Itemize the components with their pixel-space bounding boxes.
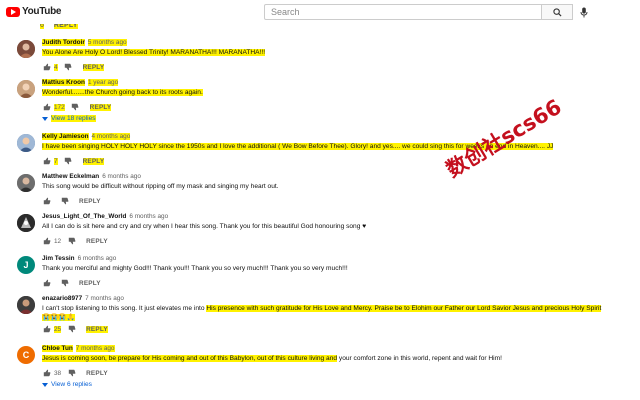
comment-author[interactable]: Jesus_Light_Of_The_World: [42, 213, 126, 220]
chevron-down-icon: [42, 116, 48, 121]
thumbs-up-icon[interactable]: [42, 157, 51, 166]
avatar[interactable]: J: [17, 256, 35, 274]
avatar[interactable]: C: [17, 346, 35, 364]
reply-button[interactable]: REPLY: [86, 238, 108, 245]
masthead: YouTube: [0, 0, 640, 24]
search-input[interactable]: [264, 4, 542, 20]
comment-author[interactable]: Kelly Jamieson: [42, 133, 89, 140]
comment-time[interactable]: 6 months ago: [129, 213, 168, 220]
thumbs-up-icon[interactable]: [42, 325, 51, 334]
comment-text: This song would be difficult without rip…: [42, 183, 279, 190]
like-count: 7: [54, 157, 58, 165]
user-photo-icon: [17, 296, 35, 314]
comment-author[interactable]: Jim Tessin: [42, 255, 75, 262]
thumbs-down-icon[interactable]: [60, 197, 69, 206]
comment-text: your comfort zone in this world, repent …: [337, 355, 502, 362]
comment-time[interactable]: 7 months ago: [85, 295, 124, 302]
chevron-down-icon: [42, 382, 48, 387]
thumbs-down-icon[interactable]: [71, 103, 80, 112]
like-count: 25: [54, 325, 62, 333]
thumbs-up-icon[interactable]: [42, 63, 51, 72]
avatar[interactable]: [17, 40, 35, 58]
like-count: 172: [54, 103, 65, 111]
view-replies-label: View 18 replies: [51, 115, 96, 122]
comment-author[interactable]: Judith Tordoir: [42, 39, 85, 46]
comment-time[interactable]: 5 months ago: [87, 39, 127, 46]
comment-text: I can't stop listening to this song. It …: [42, 305, 207, 312]
thumbs-down-icon[interactable]: [67, 237, 76, 246]
avatar[interactable]: [17, 174, 35, 192]
search-button[interactable]: [541, 4, 573, 20]
logo-text: YouTube: [22, 6, 62, 17]
youtube-logo[interactable]: YouTube: [6, 6, 62, 17]
thumbs-down-icon[interactable]: [67, 369, 76, 378]
comment-time[interactable]: 6 months ago: [78, 255, 117, 262]
comment-time[interactable]: 1 year ago: [87, 79, 119, 86]
avatar-letter: C: [22, 350, 30, 360]
comment-text: Thank you merciful and mighty God!!! Tha…: [42, 265, 348, 272]
comment-text-highlight: His presence with such gratitude for His…: [206, 305, 602, 312]
thumbs-up-icon[interactable]: [42, 237, 51, 246]
comment-text: You Alone Are Holy O Lord! Blessed Trini…: [42, 49, 266, 56]
search-icon: [552, 7, 562, 17]
user-photo-icon: [17, 174, 35, 192]
reply-button[interactable]: REPLY: [86, 370, 108, 377]
user-photo-icon: [17, 214, 35, 232]
microphone-icon: [580, 7, 588, 17]
reply-button[interactable]: REPLY: [89, 103, 112, 111]
comment-author[interactable]: Chloe Tun: [42, 345, 73, 352]
view-replies-label: View 6 replies: [51, 381, 92, 388]
comment-author[interactable]: Matthew Eckelman: [42, 173, 99, 180]
user-photo-icon: [17, 40, 35, 58]
thumbs-up-icon[interactable]: [42, 279, 51, 288]
avatar-letter: J: [23, 260, 29, 270]
comment-time[interactable]: 4 months ago: [91, 133, 131, 140]
comment-text: Wonderful.......the Church going back to…: [42, 89, 203, 96]
comment-time[interactable]: 6 months ago: [102, 173, 141, 180]
reply-button[interactable]: REPLY: [79, 198, 101, 205]
thumbs-down-icon[interactable]: [64, 157, 73, 166]
like-count: 38: [54, 369, 62, 377]
avatar[interactable]: [17, 296, 35, 314]
comment-author[interactable]: Mattius Kroon: [42, 79, 85, 86]
view-replies-button[interactable]: View 6 replies: [42, 381, 634, 388]
voice-search-button[interactable]: [578, 6, 590, 18]
thumbs-down-icon[interactable]: [67, 325, 76, 334]
reply-button[interactable]: REPLY: [82, 157, 105, 165]
thumbs-up-icon[interactable]: [42, 197, 51, 206]
comment-author[interactable]: enazario8977: [42, 295, 82, 302]
like-count: 4: [54, 63, 58, 71]
like-count: 12: [54, 237, 62, 245]
reply-button[interactable]: REPLY: [82, 63, 105, 71]
reply-button[interactable]: REPLY: [79, 280, 101, 287]
avatar[interactable]: [17, 134, 35, 152]
thumbs-up-icon[interactable]: [42, 103, 51, 112]
thumbs-down-icon[interactable]: [60, 279, 69, 288]
user-photo-icon: [17, 80, 35, 98]
comment-time[interactable]: 7 months ago: [75, 345, 115, 352]
avatar[interactable]: [17, 214, 35, 232]
youtube-play-icon: [6, 6, 20, 17]
comment-text: All I can do is sit here and cry and cry…: [42, 223, 367, 230]
thumbs-up-icon[interactable]: [42, 369, 51, 378]
user-photo-icon: [17, 134, 35, 152]
comment-emoji: 😭😭😭🙏: [42, 314, 75, 321]
thumbs-down-icon[interactable]: [64, 63, 73, 72]
comment-text-highlight: Jesus is coming soon, be prepare for His…: [42, 355, 338, 362]
avatar[interactable]: [17, 80, 35, 98]
reply-button[interactable]: REPLY: [86, 325, 108, 333]
